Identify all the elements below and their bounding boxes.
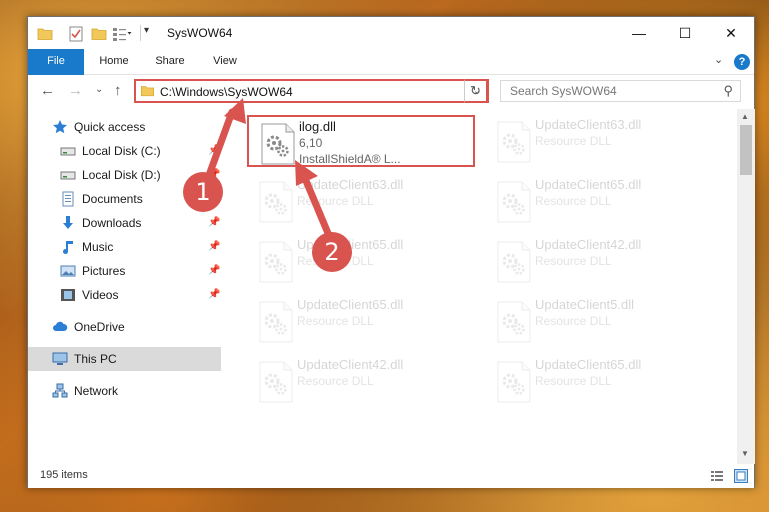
step-1-callout: 1	[183, 172, 223, 212]
annotation-arrows	[204, 98, 334, 242]
step-2-callout: 2	[312, 232, 352, 272]
